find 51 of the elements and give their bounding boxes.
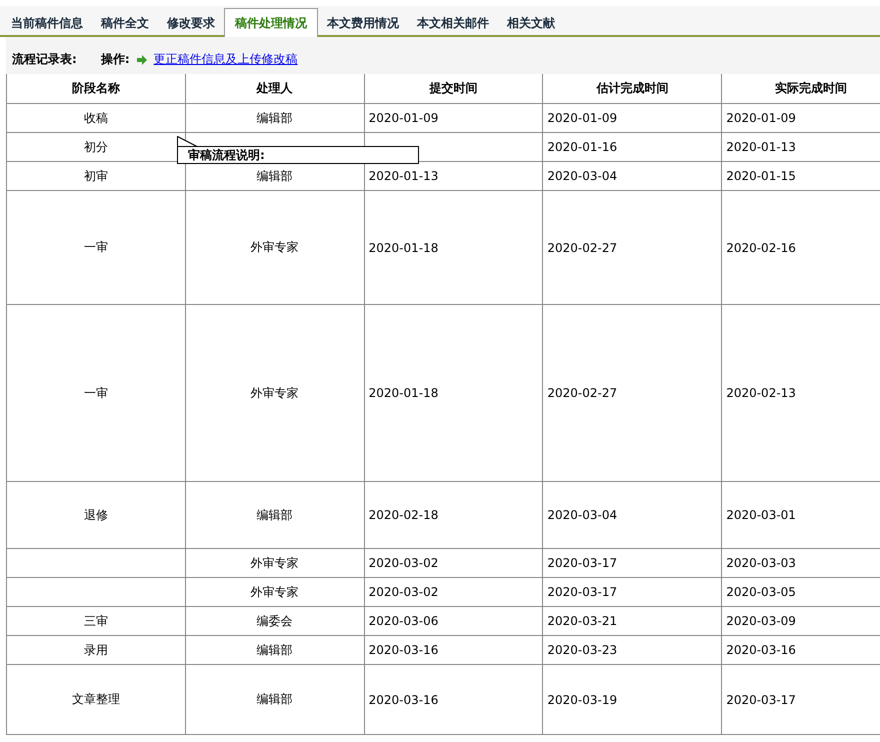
table-cell: 文章整理	[6, 664, 186, 734]
tab[interactable]: 本文相关邮件	[408, 9, 498, 37]
table-cell: 2020-03-06	[364, 606, 543, 636]
table-cell: 2020-03-16	[364, 664, 543, 734]
table-cell: 2020-03-23	[542, 636, 722, 664]
table-cell: 2020-03-02	[364, 578, 543, 606]
tab[interactable]: 当前稿件信息	[2, 9, 92, 37]
action-label: 操作:	[100, 51, 130, 68]
table-cell: 外审专家	[185, 304, 364, 482]
table-cell: 外审专家	[185, 190, 364, 304]
column-header: 处理人	[185, 74, 364, 104]
table-cell: 2020-01-16	[542, 132, 722, 162]
table-cell: 2020-02-27	[542, 304, 722, 482]
table-cell: 外审专家	[185, 548, 364, 578]
table-cell: 2020-03-19	[542, 664, 722, 734]
table-cell: 2020-01-09	[542, 104, 722, 132]
tab[interactable]: 相关文献	[498, 9, 564, 37]
column-header: 估计完成时间	[542, 74, 722, 104]
table-cell: 2020-03-02	[364, 548, 543, 578]
table-cell: 2020-01-18	[364, 304, 543, 482]
table-cell: 收稿	[6, 104, 186, 132]
table-cell: 编辑部	[185, 636, 364, 664]
table-cell: 三审	[6, 606, 186, 636]
action-link[interactable]: 更正稿件信息及上传修改稿	[154, 51, 298, 68]
table-cell: 2020-03-17	[542, 548, 722, 578]
tab[interactable]: 本文费用情况	[318, 9, 408, 37]
table-cell: 2020-02-27	[542, 190, 722, 304]
tab[interactable]: 修改要求	[158, 9, 224, 37]
table-cell: 编辑部	[185, 104, 364, 132]
table-cell: 编辑部	[185, 664, 364, 734]
table-cell: 退修	[6, 482, 186, 548]
table-cell: 2020-02-18	[364, 482, 543, 548]
table-cell: 外审专家	[185, 578, 364, 606]
table-cell: 2020-03-21	[542, 606, 722, 636]
table-cell: 2020-03-17	[542, 578, 722, 606]
table-cell: 2020-01-18	[364, 190, 543, 304]
arrow-icon	[136, 54, 148, 66]
table-cell: 一审	[6, 190, 186, 304]
table-cell: 2020-03-04	[542, 162, 722, 190]
table-cell: 编辑部	[185, 482, 364, 548]
column-header: 阶段名称	[6, 74, 186, 104]
table-cell: 2020-01-09	[364, 104, 543, 132]
table-cell: 编委会	[185, 606, 364, 636]
table-cell: 录用	[6, 636, 186, 664]
tab[interactable]: 稿件全文	[92, 9, 158, 37]
tab[interactable]: 稿件处理情况	[224, 8, 318, 37]
table-cell: 2020-03-04	[542, 482, 722, 548]
column-header: 提交时间	[364, 74, 543, 104]
section-label: 流程记录表:	[12, 51, 77, 68]
table-cell: 一审	[6, 304, 186, 482]
table-cell: 2020-03-16	[364, 636, 543, 664]
